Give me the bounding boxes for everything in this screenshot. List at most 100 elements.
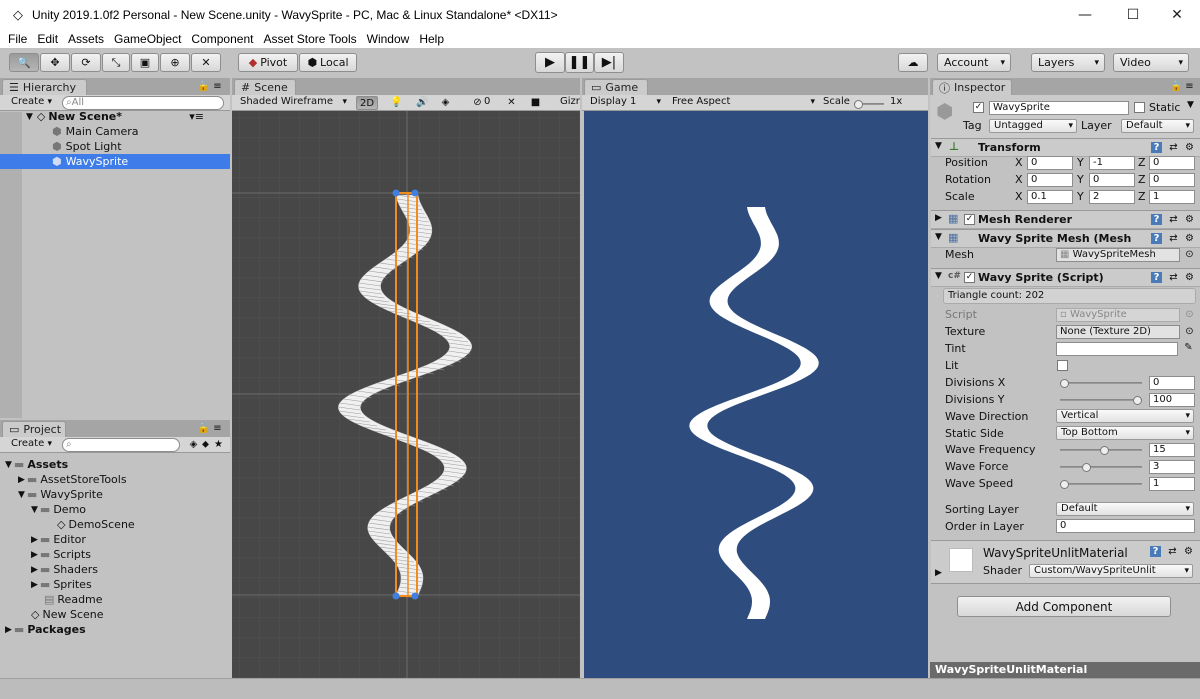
rect-handle[interactable]: [392, 189, 400, 197]
scale-x-field[interactable]: 0.1: [1027, 190, 1073, 204]
hierarchy-search-input[interactable]: ⌕All: [62, 96, 224, 110]
audio-toggle-icon[interactable]: 🔊: [416, 97, 428, 108]
project-tree-item[interactable]: ▶ ▬ AssetStoreTools: [18, 472, 127, 487]
tab-project[interactable]: ▭ Project: [2, 421, 66, 437]
hierarchy-item[interactable]: ⬢ Main Camera: [52, 124, 230, 139]
collab-button[interactable]: ☁: [898, 53, 928, 72]
menu-edit[interactable]: Edit: [37, 32, 58, 46]
menu-window[interactable]: Window: [367, 32, 410, 46]
hand-tool-button[interactable]: 🔍: [9, 53, 39, 72]
project-create-dropdown[interactable]: Create: [7, 438, 55, 452]
help-icon[interactable]: ?: [1151, 233, 1162, 244]
layers-dropdown[interactable]: Layers ▾: [1031, 53, 1105, 72]
slider-knob[interactable]: [1081, 463, 1091, 472]
chevron-down-icon[interactable]: ▼: [1187, 100, 1194, 110]
wave-speed-field[interactable]: 1: [1149, 477, 1195, 491]
rect-handle[interactable]: [411, 189, 419, 197]
lock-icon[interactable]: 🔒: [197, 423, 209, 434]
lock-icon[interactable]: 🔒: [197, 81, 209, 92]
rotation-z-field[interactable]: 0: [1149, 173, 1195, 187]
asset-preview-bar[interactable]: WavySpriteUnlitMaterial: [930, 662, 1200, 678]
expand-arrow-icon[interactable]: ▶: [935, 568, 942, 578]
2d-mode-toggle[interactable]: 2D: [356, 96, 378, 110]
static-side-dropdown[interactable]: Top Bottom: [1056, 426, 1194, 440]
shading-mode-dropdown[interactable]: Shaded Wireframe: [236, 96, 350, 110]
pivot-toggle[interactable]: ◆ Pivot: [238, 53, 298, 72]
menu-asset-store-tools[interactable]: Asset Store Tools: [263, 32, 356, 46]
account-dropdown[interactable]: Account ▾: [937, 53, 1011, 72]
panel-menu-icon[interactable]: ≡: [212, 81, 223, 92]
tab-hierarchy[interactable]: ☰ Hierarchy: [2, 79, 87, 95]
position-z-field[interactable]: 0: [1149, 156, 1195, 170]
project-tree-item[interactable]: ◇ DemoScene: [57, 517, 135, 532]
hierarchy-create-dropdown[interactable]: Create: [7, 96, 55, 110]
position-x-field[interactable]: 0: [1027, 156, 1073, 170]
project-tree-item[interactable]: ◇ New Scene: [31, 607, 104, 622]
divisions-x-slider[interactable]: [1060, 379, 1142, 388]
project-tree-item[interactable]: ▶ ▬ Scripts: [31, 547, 91, 562]
help-icon[interactable]: ?: [1151, 142, 1162, 153]
maximize-button[interactable]: ☐: [1110, 0, 1156, 30]
close-button[interactable]: ✕: [1154, 0, 1200, 30]
rect-tool-button[interactable]: ▣: [131, 53, 159, 72]
preset-icon[interactable]: ⇄: [1167, 546, 1178, 557]
component-settings-icon[interactable]: ⚙: [1184, 214, 1195, 225]
script-enabled-checkbox[interactable]: ✓: [964, 272, 975, 283]
slider-knob[interactable]: [1060, 480, 1069, 489]
effects-dropdown-icon[interactable]: ◈: [440, 97, 451, 108]
project-tree-item[interactable]: ▼ ▬ Demo: [31, 502, 86, 517]
mesh-filter-header[interactable]: ▼ ▦ Wavy Sprite Mesh (Mesh ? ⇄ ⚙: [931, 229, 1200, 248]
wave-speed-slider[interactable]: [1060, 480, 1142, 489]
slider-knob[interactable]: [1133, 396, 1142, 405]
divisions-x-field[interactable]: 0: [1149, 376, 1195, 390]
scale-z-field[interactable]: 1: [1149, 190, 1195, 204]
eyedropper-icon[interactable]: ✎: [1183, 342, 1194, 353]
rotate-tool-button[interactable]: ⟳: [71, 53, 101, 72]
menu-component[interactable]: Component: [191, 32, 253, 46]
lock-icon[interactable]: 🔒: [1170, 81, 1182, 92]
menu-gameobject[interactable]: GameObject: [114, 32, 181, 46]
preset-icon[interactable]: ⇄: [1168, 272, 1179, 283]
minimize-button[interactable]: —: [1062, 0, 1108, 30]
active-checkbox[interactable]: ✓: [973, 102, 984, 113]
hierarchy-item[interactable]: ⬢ Spot Light: [52, 139, 230, 154]
wave-frequency-slider[interactable]: [1060, 446, 1142, 455]
sorting-layer-dropdown[interactable]: Default: [1056, 502, 1194, 516]
aspect-dropdown[interactable]: Free Aspect: [668, 96, 818, 110]
scale-slider[interactable]: [854, 100, 884, 109]
project-tree-item[interactable]: ▤ Readme: [44, 592, 103, 607]
project-tree-item[interactable]: ▶ ▬ Shaders: [31, 562, 98, 577]
wave-force-slider[interactable]: [1060, 463, 1142, 472]
tab-scene[interactable]: # Scene: [234, 79, 296, 95]
panel-menu-icon[interactable]: ≡: [1184, 81, 1195, 92]
static-checkbox[interactable]: [1134, 102, 1145, 113]
step-button[interactable]: ▶|: [594, 52, 624, 73]
wave-frequency-field[interactable]: 15: [1149, 443, 1195, 457]
rotation-y-field[interactable]: 0: [1089, 173, 1135, 187]
wavy-sprite-script-header[interactable]: ▼ c# ✓ Wavy Sprite (Script) ? ⇄ ⚙: [931, 268, 1200, 287]
menu-file[interactable]: File: [8, 32, 27, 46]
project-tree-item[interactable]: ▶ ▬ Packages: [5, 622, 86, 637]
project-search-input[interactable]: ⌕: [62, 438, 180, 452]
layer-dropdown[interactable]: Default: [1121, 119, 1194, 133]
hidden-objects-icon[interactable]: ⊘: [472, 97, 483, 108]
object-name-field[interactable]: WavySprite: [989, 101, 1129, 115]
preset-icon[interactable]: ⇄: [1168, 142, 1179, 153]
filter-by-type-icon[interactable]: ◈: [188, 439, 199, 450]
tag-dropdown[interactable]: Untagged: [989, 119, 1077, 133]
scene-tools-icon[interactable]: ✕: [506, 97, 517, 108]
lighting-toggle-icon[interactable]: 💡: [390, 97, 402, 108]
menu-assets[interactable]: Assets: [68, 32, 104, 46]
panel-menu-icon[interactable]: ≡: [212, 423, 223, 434]
mesh-renderer-enabled-checkbox[interactable]: ✓: [964, 214, 975, 225]
project-tree-item[interactable]: ▼ ▬ Assets: [5, 457, 68, 472]
order-in-layer-field[interactable]: 0: [1056, 519, 1195, 533]
scale-slider-knob[interactable]: [854, 100, 863, 109]
play-button[interactable]: ▶: [535, 52, 565, 73]
mesh-renderer-header[interactable]: ▶ ▦ ✓ Mesh Renderer ? ⇄ ⚙: [931, 210, 1200, 229]
slider-knob[interactable]: [1060, 379, 1069, 388]
hierarchy-scene-row[interactable]: ▼ ◇ New Scene* ▾≡: [26, 109, 230, 124]
scale-tool-button[interactable]: ⤡: [102, 53, 130, 72]
preset-icon[interactable]: ⇄: [1168, 214, 1179, 225]
shader-dropdown[interactable]: Custom/WavySpriteUnlit: [1029, 564, 1193, 578]
